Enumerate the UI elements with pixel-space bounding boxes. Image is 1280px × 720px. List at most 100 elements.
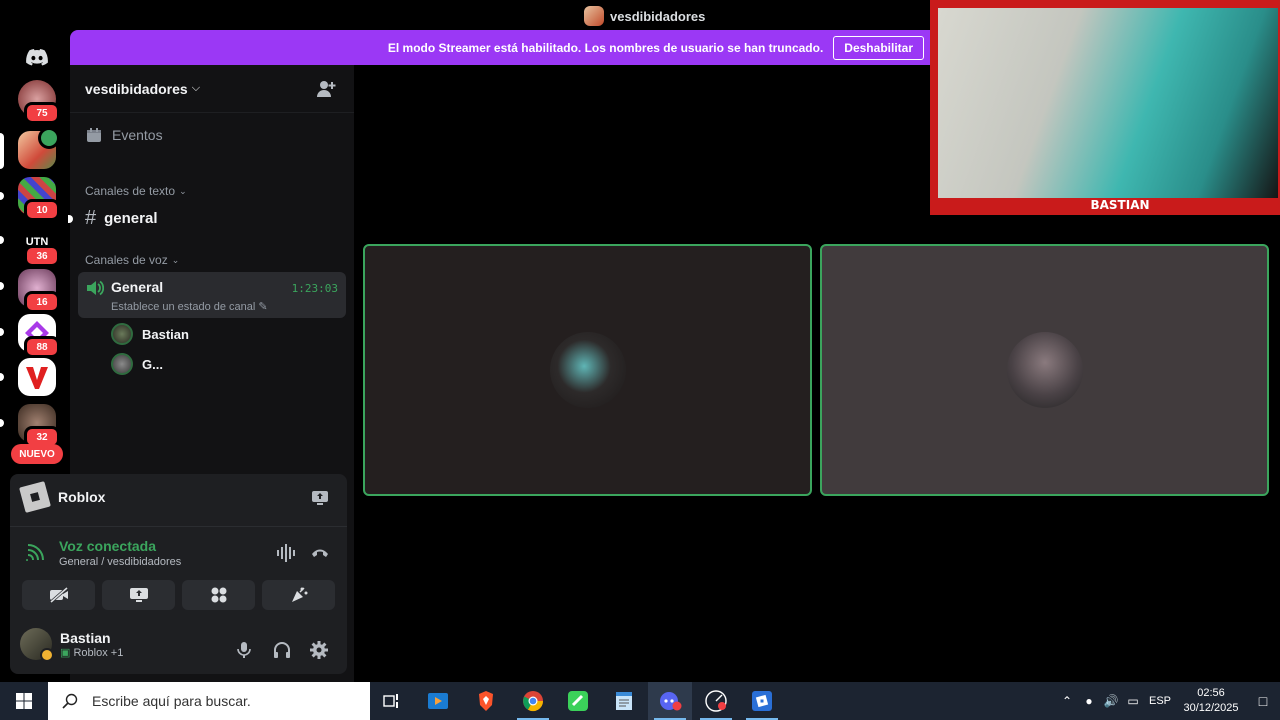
headphones-icon: [274, 642, 290, 658]
camera-off-button[interactable]: [22, 580, 95, 610]
server-item[interactable]: 32: [18, 404, 60, 448]
unread-indicator: [0, 419, 4, 427]
settings-button[interactable]: [308, 639, 330, 661]
v-logo-icon: [26, 367, 48, 389]
microphone-icon[interactable]: ●: [1078, 694, 1100, 708]
task-view-button[interactable]: [370, 682, 414, 720]
voice-channel-name: General: [111, 279, 164, 295]
windows-icon: [16, 693, 32, 709]
voice-user-name: G...: [142, 356, 163, 372]
voice-connected-sub: General / vesdibidadores: [59, 556, 182, 568]
voice-user[interactable]: G...: [111, 353, 163, 375]
noise-suppression-icon[interactable]: [276, 544, 296, 562]
screen-share-icon[interactable]: [311, 490, 329, 506]
unread-badge: 88: [24, 336, 60, 358]
taskbar-app-brave[interactable]: [464, 682, 508, 720]
activities-button[interactable]: [182, 580, 255, 610]
channel-status[interactable]: Establece un estado de canal ✎: [111, 300, 268, 313]
clock[interactable]: 02:56 30/12/2025: [1176, 686, 1246, 716]
window-title-text: vesdibidadores: [610, 8, 706, 24]
camera-off-icon: [49, 587, 68, 603]
server-item[interactable]: 88: [18, 314, 60, 358]
unread-badge: 36: [24, 245, 60, 267]
share-screen-button[interactable]: [102, 580, 175, 610]
chevron-down-icon: ⌄: [179, 185, 187, 196]
taskbar-app-green[interactable]: [556, 682, 600, 720]
taskbar-app-obs[interactable]: [694, 682, 738, 720]
activity-name: Roblox: [58, 489, 106, 505]
voice-timer: 1:23:03: [291, 282, 338, 295]
soundboard-button[interactable]: [262, 580, 335, 610]
avatar: [549, 332, 626, 408]
text-category[interactable]: Canales de texto ⌄: [85, 184, 187, 198]
roblox-icon: [19, 481, 51, 513]
disconnect-icon[interactable]: [310, 546, 330, 558]
new-badge[interactable]: NUEVO: [11, 444, 63, 464]
deafen-button[interactable]: [271, 639, 293, 661]
user-info: Bastian ▣ Roblox +1: [60, 630, 123, 659]
brave-icon: [479, 691, 493, 711]
user-panel: Roblox Voz conectada General / vesdibida…: [10, 474, 347, 674]
search-icon: [62, 693, 78, 709]
pencil-icon: ✎: [258, 301, 268, 313]
taskbar-app-media[interactable]: [416, 682, 460, 720]
discord-home-icon[interactable]: [18, 38, 56, 76]
taskbar-app-chrome[interactable]: [511, 682, 555, 720]
server-item[interactable]: 16: [18, 269, 60, 313]
server-icon: [584, 6, 604, 26]
voice-active-icon: [38, 127, 60, 149]
events-row[interactable]: Eventos: [86, 127, 163, 143]
speaker-icon: [87, 280, 104, 296]
chevron-up-icon[interactable]: ⌃: [1056, 694, 1078, 708]
gear-icon: [310, 641, 328, 659]
taskbar-app-discord[interactable]: [648, 682, 692, 720]
user-activity: ▣ Roblox +1: [60, 646, 123, 659]
start-button[interactable]: [0, 682, 48, 720]
avatar: [111, 323, 133, 345]
participant-tile[interactable]: [820, 244, 1269, 496]
volume-icon[interactable]: 🔊: [1100, 694, 1122, 708]
voice-channel-general[interactable]: General 1:23:03 Establece un estado de c…: [78, 272, 346, 318]
server-item-active[interactable]: [18, 127, 60, 169]
avatar: [1006, 332, 1083, 408]
streamer-mode-banner: El modo Streamer está habilitado. Los no…: [70, 30, 932, 65]
network-icon[interactable]: ▭: [1122, 694, 1144, 708]
notifications-icon[interactable]: □: [1246, 693, 1280, 709]
current-user[interactable]: Bastian ▣ Roblox +1: [20, 628, 123, 662]
guild-name: vesdibidadores: [85, 80, 188, 97]
taskbar-search[interactable]: Escribe aquí para buscar.: [48, 682, 370, 720]
server-item[interactable]: 75: [18, 80, 60, 124]
disable-streamer-button[interactable]: Deshabilitar: [833, 35, 924, 60]
participant-tile[interactable]: [363, 244, 812, 496]
activity-row[interactable]: Roblox: [19, 481, 106, 513]
channel-label: general: [104, 210, 158, 227]
webcam-feed: [938, 8, 1278, 198]
voice-category[interactable]: Canales de voz ⌄: [85, 253, 179, 267]
roblox-icon: [752, 691, 772, 711]
voice-connected-title[interactable]: Voz conectada: [59, 538, 156, 554]
chevron-down-icon: ⌄: [171, 254, 180, 265]
add-user-icon[interactable]: [316, 79, 336, 99]
microphone-icon: [237, 642, 251, 658]
app-root: vesdibidadores 75 10 UTN 36 16 88 32 NUE…: [0, 0, 1280, 720]
channel-general[interactable]: # general: [85, 207, 157, 230]
server-item[interactable]: 10: [18, 177, 60, 221]
video-player-icon: [428, 693, 448, 709]
guild-header[interactable]: vesdibidadores ⌵: [70, 65, 354, 113]
mute-button[interactable]: [233, 639, 255, 661]
clock-date: 30/12/2025: [1183, 702, 1239, 714]
server-item[interactable]: [18, 358, 56, 396]
server-item[interactable]: UTN 36: [18, 223, 60, 267]
unread-indicator: [0, 282, 4, 290]
selected-indicator: [0, 133, 4, 169]
language-indicator[interactable]: ESP: [1144, 695, 1176, 707]
taskbar-app-notepad[interactable]: [602, 682, 646, 720]
obs-icon: [705, 690, 727, 712]
search-placeholder: Escribe aquí para buscar.: [92, 693, 251, 709]
taskbar-app-roblox[interactable]: [740, 682, 784, 720]
unread-badge: 16: [24, 291, 60, 313]
system-tray: ⌃ ● 🔊 ▭ ESP 02:56 30/12/2025 □: [1056, 682, 1280, 720]
connection-signal-icon[interactable]: [26, 544, 46, 562]
voice-user[interactable]: Bastian: [111, 323, 189, 345]
banner-text: El modo Streamer está habilitado. Los no…: [387, 40, 824, 55]
